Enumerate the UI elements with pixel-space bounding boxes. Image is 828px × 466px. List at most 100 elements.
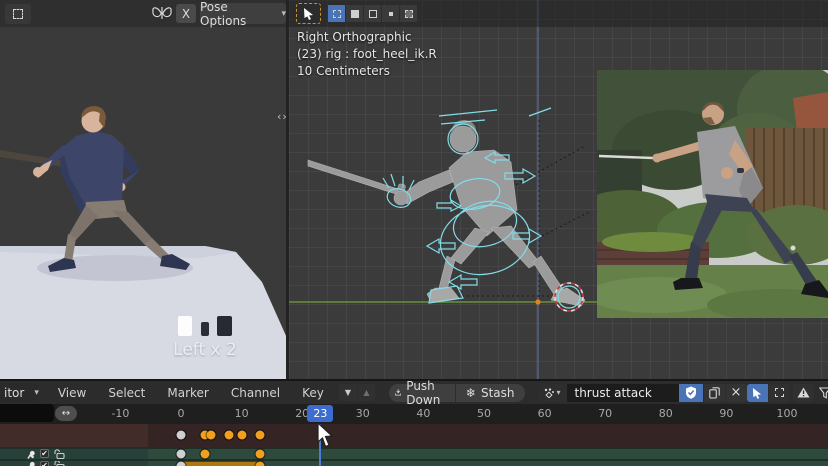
mouse-cursor [316, 422, 334, 448]
select-mode-subtract-button[interactable] [364, 5, 381, 22]
layer-move-buttons: ▼ ▲ [339, 384, 375, 401]
chevron-down-icon: ▾ [556, 388, 560, 397]
menu-channel[interactable]: Channel [231, 386, 280, 400]
blender-window: X Pose Options ▾ Left x 2 [0, 0, 828, 466]
current-frame-badge[interactable]: 23 [307, 405, 333, 422]
modifier-wrench-icon [25, 461, 35, 466]
new-action-button[interactable] [704, 384, 725, 402]
viewport-camera[interactable]: X Pose Options ▾ Left x 2 [0, 0, 287, 380]
unlink-action-button[interactable]: × [726, 384, 747, 402]
push-down-label: Push Down [406, 379, 445, 407]
timeline-scrollbar[interactable] [0, 404, 54, 422]
ruler-tick: 60 [538, 407, 552, 420]
shield-check-icon [685, 386, 697, 399]
cursor-arrow-icon [752, 387, 762, 399]
pose-options-dropdown[interactable]: Pose Options ▾ [200, 3, 286, 24]
stash-label: Stash [481, 386, 515, 400]
ruler-tick: 0 [178, 407, 185, 420]
channel-enable-checkbox[interactable]: ✔ [40, 461, 49, 466]
view-name-overlay: Right Orthographic [297, 30, 412, 44]
select-box-tool-button[interactable] [5, 4, 31, 24]
select-set-icon [333, 10, 341, 18]
select-mode-extend-button[interactable] [346, 5, 363, 22]
channel-box-2[interactable] [0, 461, 148, 466]
grid-scale-overlay: 10 Centimeters [297, 64, 390, 78]
ruler-tick: -10 [111, 407, 129, 420]
summary-channel-box[interactable] [0, 424, 148, 447]
mirror-x-toggle[interactable]: X [176, 4, 196, 23]
push-down-icon [395, 387, 401, 398]
select-subtract-icon [369, 10, 377, 18]
ruler-tick: 70 [598, 407, 612, 420]
menu-bar: View Select Marker Channel Key [47, 386, 335, 400]
select-invert-icon [387, 10, 395, 18]
menu-key[interactable]: Key [302, 386, 324, 400]
channel-2-icons: ✔ [25, 461, 65, 466]
filter-group [747, 384, 828, 402]
select-intersect-icon [405, 10, 413, 18]
active-tweak-tool-button[interactable] [296, 3, 321, 24]
mouse-left-button-indicator [178, 316, 192, 336]
panel-separator[interactable] [286, 0, 289, 380]
chevron-down-icon: ▾ [34, 388, 39, 398]
mouse-right-button-indicator [217, 316, 232, 336]
scrollbar-zoom-handle[interactable]: ↔ [55, 406, 77, 421]
screencast-keys-label: Left x 2 [140, 340, 270, 360]
ruler-tick: 90 [719, 407, 733, 420]
channel-enable-checkbox[interactable]: ✔ [40, 449, 49, 458]
only-selected-toggle[interactable] [747, 384, 768, 402]
dope-sheet-header: itor ▾ View Select Marker Channel Key ▼ … [0, 381, 828, 404]
fcurve-channel-row-1[interactable] [0, 449, 828, 459]
filters-button[interactable] [816, 384, 828, 402]
select-box-icon [13, 9, 23, 19]
menu-marker[interactable]: Marker [167, 386, 208, 400]
action-datablock-group: ▾ thrust attack × [539, 384, 747, 402]
action-icon [544, 388, 554, 398]
snowflake-icon: ❄ [466, 386, 476, 400]
select-mode-intersect-button[interactable] [400, 5, 417, 22]
filter-funnel-icon [819, 387, 828, 399]
stash-button[interactable]: ❄ Stash [456, 384, 525, 402]
select-mode-button-group [328, 5, 417, 22]
x-mirror-butterfly-icon[interactable] [151, 5, 173, 22]
modifier-wrench-icon [25, 449, 35, 459]
push-down-button[interactable]: Push Down [389, 384, 455, 402]
select-mode-set-button[interactable] [328, 5, 345, 22]
only-errors-toggle[interactable] [793, 384, 814, 402]
ruler-tick: 10 [235, 407, 249, 420]
action-name-field[interactable]: thrust attack [567, 384, 679, 402]
show-hidden-toggle[interactable] [769, 384, 790, 402]
editor-type-label: itor [4, 386, 24, 400]
move-up-button[interactable]: ▲ [358, 384, 375, 401]
move-down-button[interactable]: ▼ [339, 384, 357, 401]
summary-channel-row[interactable] [0, 424, 828, 447]
timeline-ruler[interactable]: -100102030405060708090100 ↔ [0, 404, 828, 424]
duplicate-icon [709, 387, 720, 399]
nla-action-buttons: Push Down ❄ Stash [389, 384, 525, 402]
pose-options-label: Pose Options [200, 0, 275, 28]
warning-icon [797, 387, 810, 398]
ruler-tick: 30 [356, 407, 370, 420]
mouse-middle-button-indicator [201, 322, 209, 336]
channel-1-icons: ✔ [25, 448, 65, 459]
unlock-icon [54, 461, 65, 466]
select-mode-invert-button[interactable] [382, 5, 399, 22]
active-bone-overlay: (23) rig : foot_heel_ik.R [297, 47, 437, 61]
menu-view[interactable]: View [58, 386, 86, 400]
menu-select[interactable]: Select [108, 386, 145, 400]
ruler-tick: 40 [416, 407, 430, 420]
screencast-keys-overlay: Left x 2 [140, 316, 270, 360]
hidden-box-icon [775, 388, 784, 397]
ruler-tick: 100 [777, 407, 798, 420]
fcurve-channel-row-2[interactable] [0, 461, 828, 466]
fake-user-toggle[interactable] [679, 384, 703, 402]
unlock-icon [54, 449, 65, 459]
reference-photo [597, 70, 828, 318]
editor-type-dropdown[interactable]: itor ▾ [0, 383, 39, 402]
browse-action-dropdown[interactable]: ▾ [539, 384, 567, 402]
select-extend-icon [351, 10, 359, 18]
ruler-tick: 50 [477, 407, 491, 420]
channel-box-1[interactable] [0, 449, 148, 459]
cursor-arrow-icon [303, 7, 314, 20]
viewport-right-orthographic[interactable]: Right Orthographic (23) rig : foot_heel_… [289, 0, 828, 380]
